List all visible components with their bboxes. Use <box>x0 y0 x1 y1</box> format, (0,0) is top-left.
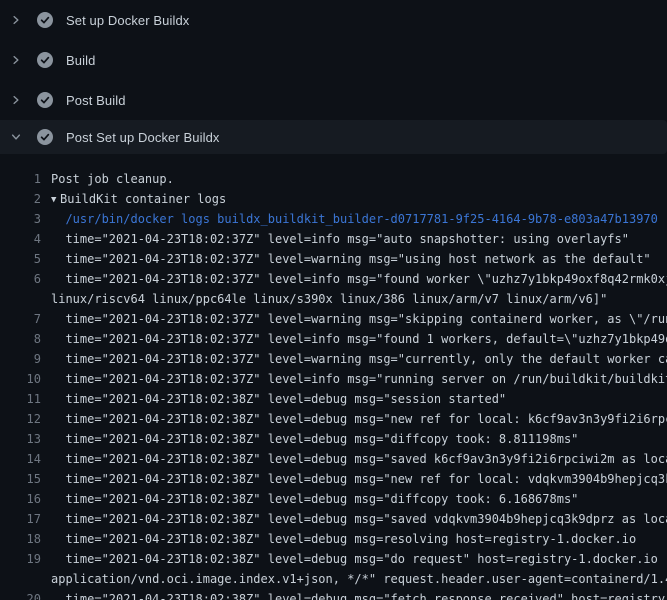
check-circle-icon <box>37 92 53 108</box>
line-number[interactable]: 11 <box>0 389 41 409</box>
line-number[interactable]: 13 <box>0 429 41 449</box>
chevron-right-icon <box>9 93 23 107</box>
line-text: time="2021-04-23T18:02:37Z" level=info m… <box>51 272 667 286</box>
line-number[interactable]: 8 <box>0 329 41 349</box>
line-number[interactable]: 1 <box>0 169 41 189</box>
log-line: 16 time="2021-04-23T18:02:38Z" level=deb… <box>0 489 667 509</box>
line-text: time="2021-04-23T18:02:38Z" level=debug … <box>51 512 667 526</box>
line-number[interactable]: 19 <box>0 549 41 569</box>
line-text: application/vnd.oci.image.index.v1+json,… <box>51 572 667 586</box>
line-number[interactable]: 4 <box>0 229 41 249</box>
log-line: 14 time="2021-04-23T18:02:38Z" level=deb… <box>0 449 667 469</box>
log-line: 18 time="2021-04-23T18:02:38Z" level=deb… <box>0 529 667 549</box>
log-area: 1 Post job cleanup. 2 ▼BuildKit container … <box>0 154 667 600</box>
chevron-right-icon <box>9 53 23 67</box>
log-line: 2 ▼BuildKit container logs <box>0 189 667 209</box>
step-header-set-up-docker-buildx[interactable]: Set up Docker Buildx <box>0 0 667 40</box>
line-text: /usr/bin/docker logs buildx_buildkit_bui… <box>51 212 658 226</box>
log-line: 3 /usr/bin/docker logs buildx_buildkit_b… <box>0 209 667 229</box>
log-line-wrap-continuation: application/vnd.oci.image.index.v1+json,… <box>0 569 667 589</box>
line-text: time="2021-04-23T18:02:38Z" level=debug … <box>51 532 636 546</box>
line-number[interactable]: 7 <box>0 309 41 329</box>
line-text: BuildKit container logs <box>60 192 226 206</box>
log-line: 17 time="2021-04-23T18:02:38Z" level=deb… <box>0 509 667 529</box>
line-number[interactable]: 5 <box>0 249 41 269</box>
line-number[interactable]: 2 <box>0 189 41 209</box>
log-line: 6 time="2021-04-23T18:02:37Z" level=info… <box>0 269 667 289</box>
line-text: time="2021-04-23T18:02:38Z" level=debug … <box>51 432 578 446</box>
log-line: 8 time="2021-04-23T18:02:37Z" level=info… <box>0 329 667 349</box>
line-text: time="2021-04-23T18:02:38Z" level=debug … <box>51 472 667 486</box>
line-text: time="2021-04-23T18:02:38Z" level=debug … <box>51 452 667 466</box>
chevron-right-icon <box>9 13 23 27</box>
line-text: time="2021-04-23T18:02:37Z" level=info m… <box>51 332 667 346</box>
log-line: 7 time="2021-04-23T18:02:37Z" level=warn… <box>0 309 667 329</box>
step-title: Build <box>66 53 95 68</box>
log-line: 11 time="2021-04-23T18:02:38Z" level=deb… <box>0 389 667 409</box>
line-number[interactable]: 16 <box>0 489 41 509</box>
log-line: 1 Post job cleanup. <box>0 169 667 189</box>
step-header-post-build[interactable]: Post Build <box>0 80 667 120</box>
line-text: time="2021-04-23T18:02:37Z" level=warnin… <box>51 252 651 266</box>
step-title: Post Build <box>66 93 126 108</box>
log-line: 13 time="2021-04-23T18:02:38Z" level=deb… <box>0 429 667 449</box>
line-number[interactable]: 18 <box>0 529 41 549</box>
step-header-build[interactable]: Build <box>0 40 667 80</box>
line-text: time="2021-04-23T18:02:37Z" level=warnin… <box>51 352 667 366</box>
step-header-post-set-up-docker-buildx[interactable]: Post Set up Docker Buildx <box>0 120 667 154</box>
line-number[interactable]: 14 <box>0 449 41 469</box>
log-line: 9 time="2021-04-23T18:02:37Z" level=warn… <box>0 349 667 369</box>
log-line: 15 time="2021-04-23T18:02:38Z" level=deb… <box>0 469 667 489</box>
log-line-wrap-continuation: linux/riscv64 linux/ppc64le linux/s390x … <box>0 289 667 309</box>
line-number[interactable]: 3 <box>0 209 41 229</box>
line-text: linux/riscv64 linux/ppc64le linux/s390x … <box>51 292 607 306</box>
line-text: time="2021-04-23T18:02:37Z" level=info m… <box>51 232 629 246</box>
line-number[interactable]: 6 <box>0 269 41 289</box>
log-line: 10 time="2021-04-23T18:02:37Z" level=inf… <box>0 369 667 389</box>
check-circle-icon <box>37 52 53 68</box>
line-text: time="2021-04-23T18:02:38Z" level=debug … <box>51 492 578 506</box>
chevron-down-icon <box>9 130 23 144</box>
log-line: 4 time="2021-04-23T18:02:37Z" level=info… <box>0 229 667 249</box>
step-title: Post Set up Docker Buildx <box>66 130 220 145</box>
line-number[interactable]: 10 <box>0 369 41 389</box>
line-number[interactable]: 12 <box>0 409 41 429</box>
check-circle-icon <box>37 129 53 145</box>
line-text: time="2021-04-23T18:02:37Z" level=warnin… <box>51 312 667 326</box>
line-text: time="2021-04-23T18:02:38Z" level=debug … <box>51 592 667 600</box>
step-title: Set up Docker Buildx <box>66 13 189 28</box>
line-number[interactable]: 20 <box>0 589 41 600</box>
log-line: 5 time="2021-04-23T18:02:37Z" level=warn… <box>0 249 667 269</box>
log-line: 20 time="2021-04-23T18:02:38Z" level=deb… <box>0 589 667 600</box>
line-text: time="2021-04-23T18:02:38Z" level=debug … <box>51 552 667 566</box>
line-text: Post job cleanup. <box>51 172 174 186</box>
line-text: time="2021-04-23T18:02:38Z" level=debug … <box>51 412 667 426</box>
log-line: 19 time="2021-04-23T18:02:38Z" level=deb… <box>0 549 667 569</box>
log-line: 12 time="2021-04-23T18:02:38Z" level=deb… <box>0 409 667 429</box>
step-list: Set up Docker Buildx Build <box>0 0 667 154</box>
line-number[interactable]: 17 <box>0 509 41 529</box>
line-number[interactable]: 9 <box>0 349 41 369</box>
actions-log-viewer: Set up Docker Buildx Build <box>0 0 667 600</box>
line-text: time="2021-04-23T18:02:37Z" level=info m… <box>51 372 667 386</box>
group-collapse-toggle-icon[interactable]: ▼ <box>51 190 60 209</box>
line-text: time="2021-04-23T18:02:38Z" level=debug … <box>51 392 506 406</box>
line-number[interactable]: 15 <box>0 469 41 489</box>
check-circle-icon <box>37 12 53 28</box>
